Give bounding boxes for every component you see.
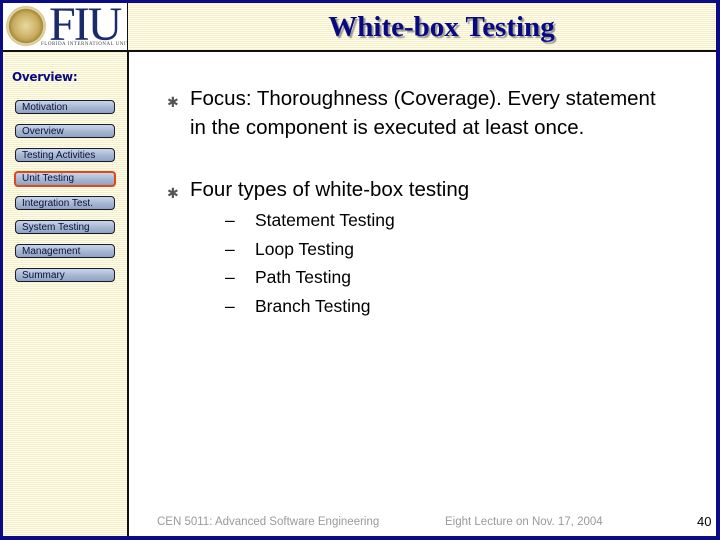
slide-header: FIU FLORIDA INTERNATIONAL UNIVERSITY Whi… — [3, 3, 716, 52]
sub-item-text: Statement Testing — [255, 210, 395, 230]
slide-content: ✱ Focus: Thoroughness (Coverage). Every … — [129, 52, 716, 536]
logo-subtext: FLORIDA INTERNATIONAL UNIVERSITY — [41, 42, 127, 47]
asterisk-icon: ✱ — [167, 94, 179, 110]
sidebar-item-summary[interactable]: Summary — [15, 268, 115, 282]
slide-title: White-box Testing — [328, 11, 555, 43]
slide: FIU FLORIDA INTERNATIONAL UNIVERSITY Whi… — [3, 3, 716, 536]
sub-list-item: – Statement Testing — [225, 210, 395, 231]
dash-bullet: – — [225, 210, 235, 230]
sidebar-item-overview[interactable]: Overview — [15, 124, 115, 138]
asterisk-icon: ✱ — [167, 185, 179, 201]
dash-bullet: – — [225, 296, 235, 316]
bullet-text: Four types of white-box testing — [190, 178, 470, 201]
footer-course: CEN 5011: Advanced Software Engineering — [157, 516, 380, 528]
sub-item-text: Loop Testing — [255, 239, 354, 259]
sidebar-heading: Overview: — [12, 70, 78, 84]
sub-list-item: – Branch Testing — [225, 296, 370, 317]
dash-bullet: – — [225, 239, 235, 259]
sidebar-item-integration-test[interactable]: Integration Test. — [15, 196, 115, 210]
sidebar-item-system-testing[interactable]: System Testing — [15, 220, 115, 234]
page-number: 40 — [697, 514, 712, 529]
sub-list-item: – Loop Testing — [225, 239, 354, 260]
sub-item-text: Branch Testing — [255, 296, 371, 316]
university-seal-icon — [6, 6, 46, 46]
sidebar-item-unit-testing[interactable]: Unit Testing — [14, 171, 116, 187]
sidebar-item-testing-activities[interactable]: Testing Activities — [15, 148, 115, 162]
footer-lecture: Eight Lecture on Nov. 17, 2004 — [445, 516, 603, 528]
dash-bullet: – — [225, 267, 235, 287]
sidebar: Overview: Motivation Overview Testing Ac… — [3, 52, 129, 536]
sidebar-item-management[interactable]: Management — [15, 244, 115, 258]
slide-title-container: White-box Testing — [127, 3, 716, 50]
sub-item-text: Path Testing — [255, 267, 351, 287]
sidebar-item-motivation[interactable]: Motivation — [15, 100, 115, 114]
fiu-logo: FIU FLORIDA INTERNATIONAL UNIVERSITY — [3, 3, 128, 50]
sub-list-item: – Path Testing — [225, 267, 351, 288]
bullet-text: Focus: Thoroughness (Coverage). Every st… — [190, 87, 656, 139]
